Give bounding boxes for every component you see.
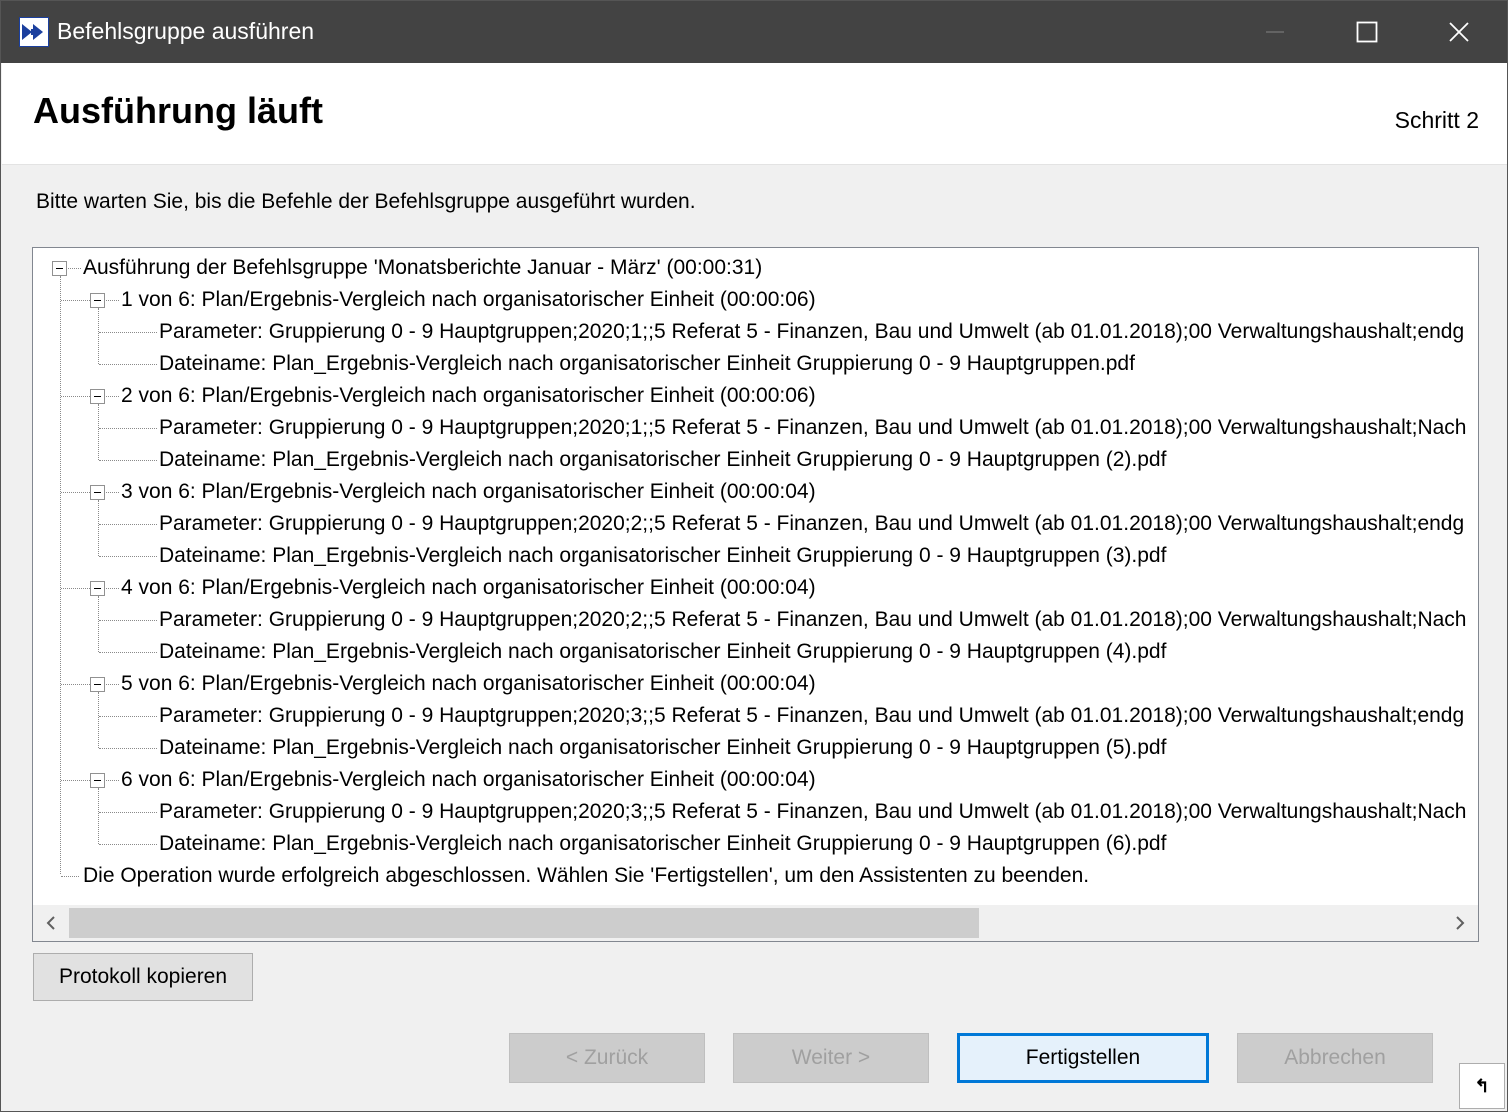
tree-node-label: Dateiname: Plan_Ergebnis-Vergleich nach …: [159, 448, 1167, 471]
tree-line: [99, 844, 157, 845]
tree-line: [99, 332, 157, 333]
window-title: Befehlsgruppe ausführen: [57, 18, 315, 44]
tree-line: [99, 652, 157, 653]
tree-line: [68, 268, 81, 269]
cancel-button[interactable]: Abbrechen: [1237, 1033, 1433, 1083]
tree-node-label: Parameter: Gruppierung 0 - 9 Hauptgruppe…: [159, 320, 1465, 343]
collapse-icon[interactable]: [90, 485, 105, 500]
tree-line: [99, 748, 157, 749]
tree-node-label: 6 von 6: Plan/Ergebnis-Vergleich nach or…: [121, 768, 816, 791]
tree-node-label: Dateiname: Plan_Ergebnis-Vergleich nach …: [159, 640, 1167, 663]
tree-line: [99, 556, 157, 557]
tree-line: [98, 692, 99, 748]
tree-line: [98, 596, 99, 652]
tree-node-label: 1 von 6: Plan/Ergebnis-Vergleich nach or…: [121, 288, 816, 311]
tree-line: [106, 492, 119, 493]
tree-line: [61, 300, 90, 301]
tree-viewport: Ausführung der Befehlsgruppe 'Monatsberi…: [33, 248, 1476, 904]
minimize-icon: [1266, 31, 1284, 33]
tree-node-label: Dateiname: Plan_Ergebnis-Vergleich nach …: [159, 736, 1167, 759]
tree-node-label: Die Operation wurde erfolgreich abgeschl…: [83, 864, 1090, 887]
tree-line: [99, 524, 157, 525]
tree-node-label: Dateiname: Plan_Ergebnis-Vergleich nach …: [159, 544, 1167, 567]
tree-line: [61, 876, 79, 877]
collapse-icon[interactable]: [90, 773, 105, 788]
close-icon: [1449, 22, 1469, 42]
chevron-right-icon[interactable]: [1442, 905, 1478, 941]
wizard-header: Ausführung läuft Schritt 2: [2, 63, 1507, 165]
tree-node-label: Dateiname: Plan_Ergebnis-Vergleich nach …: [159, 832, 1167, 855]
tree-line: [60, 276, 61, 874]
tree-line: [99, 812, 157, 813]
page-title: Ausführung läuft: [33, 90, 323, 131]
tree-node-label: 2 von 6: Plan/Ergebnis-Vergleich nach or…: [121, 384, 816, 407]
tree-line: [106, 684, 119, 685]
tree-line: [98, 308, 99, 364]
wizard-window: Befehlsgruppe ausführen Ausführung läuft…: [0, 0, 1508, 1112]
tree-line: [99, 428, 157, 429]
tree-node-label: 4 von 6: Plan/Ergebnis-Vergleich nach or…: [121, 576, 816, 599]
tree-line: [99, 716, 157, 717]
minimize-button[interactable]: [1229, 1, 1321, 63]
tree-line: [61, 492, 90, 493]
tree-node-label: Parameter: Gruppierung 0 - 9 Hauptgruppe…: [159, 416, 1467, 439]
title-bar[interactable]: Befehlsgruppe ausführen: [1, 1, 1507, 63]
tree-line: [99, 460, 157, 461]
instruction-text: Bitte warten Sie, bis die Befehle der Be…: [36, 190, 696, 213]
step-indicator: Schritt 2: [1394, 107, 1479, 133]
maximize-button[interactable]: [1321, 1, 1413, 63]
tree-node-label: Dateiname: Plan_Ergebnis-Vergleich nach …: [159, 352, 1135, 375]
tree-line: [98, 788, 99, 844]
corner-arrow-icon[interactable]: ↰: [1459, 1063, 1505, 1109]
tree-node-label: 3 von 6: Plan/Ergebnis-Vergleich nach or…: [121, 480, 816, 503]
tree-line: [61, 684, 90, 685]
tree-node-label: Parameter: Gruppierung 0 - 9 Hauptgruppe…: [159, 704, 1465, 727]
tree-line: [99, 620, 157, 621]
tree-line: [99, 364, 157, 365]
tree-node-label: Parameter: Gruppierung 0 - 9 Hauptgruppe…: [159, 608, 1467, 631]
horizontal-scrollbar[interactable]: [33, 905, 1478, 941]
next-button[interactable]: Weiter >: [733, 1033, 929, 1083]
tree-line: [98, 500, 99, 556]
chevron-left-icon[interactable]: [33, 905, 69, 941]
collapse-icon[interactable]: [90, 389, 105, 404]
tree-node-label: Parameter: Gruppierung 0 - 9 Hauptgruppe…: [159, 512, 1465, 535]
finish-button[interactable]: Fertigstellen: [957, 1033, 1209, 1083]
collapse-icon[interactable]: [90, 581, 105, 596]
tree-line: [106, 396, 119, 397]
close-button[interactable]: [1413, 1, 1505, 63]
collapse-icon[interactable]: [90, 293, 105, 308]
tree-line: [106, 588, 119, 589]
double-arrow-right-icon: [19, 17, 49, 47]
back-button[interactable]: < Zurück: [509, 1033, 705, 1083]
tree-line: [98, 404, 99, 460]
tree-node-label: Parameter: Gruppierung 0 - 9 Hauptgruppe…: [159, 800, 1467, 823]
tree-line: [106, 780, 119, 781]
tree-node-label: Ausführung der Befehlsgruppe 'Monatsberi…: [83, 256, 763, 279]
execution-log-tree[interactable]: Ausführung der Befehlsgruppe 'Monatsberi…: [32, 247, 1479, 942]
tree-line: [61, 396, 90, 397]
maximize-icon: [1356, 21, 1378, 43]
tree-line: [61, 780, 90, 781]
collapse-icon[interactable]: [90, 677, 105, 692]
tree-line: [106, 300, 119, 301]
tree-node-label: 5 von 6: Plan/Ergebnis-Vergleich nach or…: [121, 672, 816, 695]
collapse-icon[interactable]: [52, 261, 67, 276]
scrollbar-thumb[interactable]: [69, 908, 979, 938]
copy-log-button[interactable]: Protokoll kopieren: [33, 953, 253, 1001]
tree-line: [61, 588, 90, 589]
